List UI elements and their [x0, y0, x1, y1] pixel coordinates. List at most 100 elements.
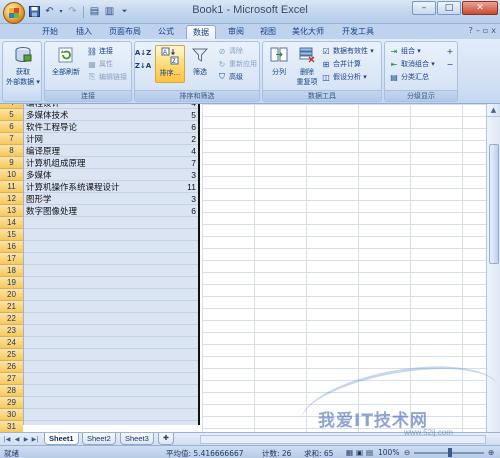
zoom-level[interactable]: 100%	[378, 448, 399, 457]
table-row[interactable]: 数字图像处理 6	[24, 205, 198, 217]
close-button[interactable]: ✕	[462, 1, 498, 15]
tab-developer[interactable]: 开发工具	[336, 25, 380, 39]
table-row[interactable]	[24, 253, 198, 265]
table-row[interactable]	[24, 217, 198, 229]
subtotal-button[interactable]: ▤ 分类汇总	[389, 72, 429, 82]
cell-text[interactable]: 计网	[26, 133, 43, 145]
cell-text[interactable]: 编译原理	[26, 145, 60, 157]
table-row[interactable]: 图形学 3	[24, 193, 198, 205]
cell-text[interactable]: 数字图像处理	[26, 205, 77, 217]
page-break-view-icon[interactable]: ▤	[366, 448, 373, 457]
scroll-up-icon[interactable]: ▲	[487, 104, 500, 117]
sort-ascending-icon[interactable]: A↓Z	[135, 48, 151, 58]
cell-value[interactable]: 5	[191, 110, 196, 120]
table-row[interactable]	[24, 229, 198, 241]
row-header[interactable]: 7	[0, 133, 23, 145]
row-header[interactable]: 14	[0, 217, 23, 229]
tab-insert[interactable]: 插入	[70, 25, 98, 39]
cell-value[interactable]: 3	[191, 194, 196, 204]
row-header[interactable]: 25	[0, 349, 23, 361]
last-sheet-icon[interactable]: ▶|	[31, 435, 39, 444]
filter-button[interactable]: 筛选	[188, 45, 212, 77]
row-header[interactable]: 11	[0, 181, 23, 193]
row-header[interactable]: 22	[0, 313, 23, 325]
first-sheet-icon[interactable]: |◀	[3, 435, 11, 444]
refresh-all-button[interactable]: 全部刷新	[47, 45, 85, 77]
remove-duplicates-button[interactable]: 删除 重复项	[294, 45, 320, 87]
cell-value[interactable]: 3	[191, 170, 196, 180]
row-header[interactable]: 21	[0, 301, 23, 313]
table-row[interactable]: 计算机操作系统课程设计 11	[24, 181, 198, 193]
table-row[interactable]	[24, 349, 198, 361]
table-row[interactable]	[24, 301, 198, 313]
zoom-out-icon[interactable]: ⊖	[404, 448, 410, 457]
minimize-button[interactable]: –	[412, 1, 436, 15]
row-header[interactable]: 17	[0, 253, 23, 265]
row-header[interactable]: 16	[0, 241, 23, 253]
row-header[interactable]: 8	[0, 145, 23, 157]
table-row[interactable]	[24, 313, 198, 325]
row-header[interactable]: 5	[0, 109, 23, 121]
prev-sheet-icon[interactable]: ◀	[13, 435, 21, 444]
properties-button[interactable]: ▦ 属性	[87, 59, 113, 69]
text-to-columns-button[interactable]: 分列	[266, 45, 292, 77]
table-row[interactable]	[24, 421, 198, 432]
cell-value[interactable]: 6	[191, 206, 196, 216]
table-row[interactable]	[24, 325, 198, 337]
reapply-button[interactable]: ↻ 重新应用	[217, 59, 257, 69]
table-row[interactable]: 多媒体 3	[24, 169, 198, 181]
table-row[interactable]	[24, 277, 198, 289]
scroll-thumb[interactable]	[489, 144, 499, 264]
row-header[interactable]: 30	[0, 409, 23, 421]
cell-text[interactable]: 计算机组成原理	[26, 157, 86, 169]
cell-value[interactable]: 7	[191, 158, 196, 168]
workbook-minimize-button[interactable]: –	[476, 26, 480, 35]
cell-value[interactable]: 6	[191, 122, 196, 132]
help-icon[interactable]: ?	[469, 26, 473, 35]
row-header[interactable]: 26	[0, 361, 23, 373]
table-row[interactable]: 编译原理 4	[24, 145, 198, 157]
edit-links-button[interactable]: ⎘ 编辑链接	[87, 72, 127, 82]
table-row[interactable]	[24, 265, 198, 277]
ungroup-button[interactable]: ⇤ 取消组合 ▾	[389, 59, 435, 69]
clear-filter-button[interactable]: ⊘ 清除	[217, 46, 243, 56]
advanced-filter-button[interactable]: ⛉ 高级	[217, 72, 243, 82]
cell-value[interactable]: 2	[191, 134, 196, 144]
row-header[interactable]: 9	[0, 157, 23, 169]
cell-value[interactable]: 4	[191, 104, 196, 108]
row-header[interactable]: 24	[0, 337, 23, 349]
zoom-slider-handle[interactable]	[448, 448, 452, 457]
workbook-restore-button[interactable]: ▫	[483, 26, 488, 35]
cell-text[interactable]: 计算机操作系统课程设计	[26, 181, 120, 193]
table-row[interactable]	[24, 373, 198, 385]
table-row[interactable]: 计网 2	[24, 133, 198, 145]
row-header[interactable]: 13	[0, 205, 23, 217]
table-row[interactable]	[24, 337, 198, 349]
group-button[interactable]: ⇥ 组合 ▾	[389, 46, 421, 56]
cell-text[interactable]: 多媒体技术	[26, 109, 69, 121]
table-row[interactable]	[24, 361, 198, 373]
data-validation-button[interactable]: ☑ 数据有效性 ▾	[321, 46, 373, 56]
row-header[interactable]: 28	[0, 385, 23, 397]
row-header[interactable]: 6	[0, 121, 23, 133]
table-row[interactable]: 软件工程导论 6	[24, 121, 198, 133]
table-row[interactable]	[24, 409, 198, 421]
normal-view-icon[interactable]: ▦	[346, 448, 353, 457]
table-row[interactable]	[24, 397, 198, 409]
row-header[interactable]: 18	[0, 265, 23, 277]
show-detail-button[interactable]: +	[445, 46, 455, 56]
what-if-analysis-button[interactable]: ◫ 假设分析 ▾	[321, 72, 367, 82]
connections-button[interactable]: ⛓ 连接	[87, 46, 113, 56]
tab-data[interactable]: 数据	[186, 25, 216, 39]
sheet-tab-2[interactable]: Sheet2	[82, 433, 116, 445]
tab-page-layout[interactable]: 页面布局	[103, 25, 147, 39]
table-row[interactable]	[24, 385, 198, 397]
insert-sheet-icon[interactable]: ✚	[158, 433, 174, 445]
tab-formulas[interactable]: 公式	[152, 25, 180, 39]
sheet-tab-1[interactable]: Sheet1	[44, 433, 79, 445]
sheet-tab-3[interactable]: Sheet3	[120, 433, 154, 445]
hide-detail-button[interactable]: −	[445, 59, 455, 69]
tab-home[interactable]: 开始	[36, 25, 64, 39]
row-header[interactable]: 31	[0, 421, 23, 432]
maximize-button[interactable]: □	[437, 1, 461, 15]
